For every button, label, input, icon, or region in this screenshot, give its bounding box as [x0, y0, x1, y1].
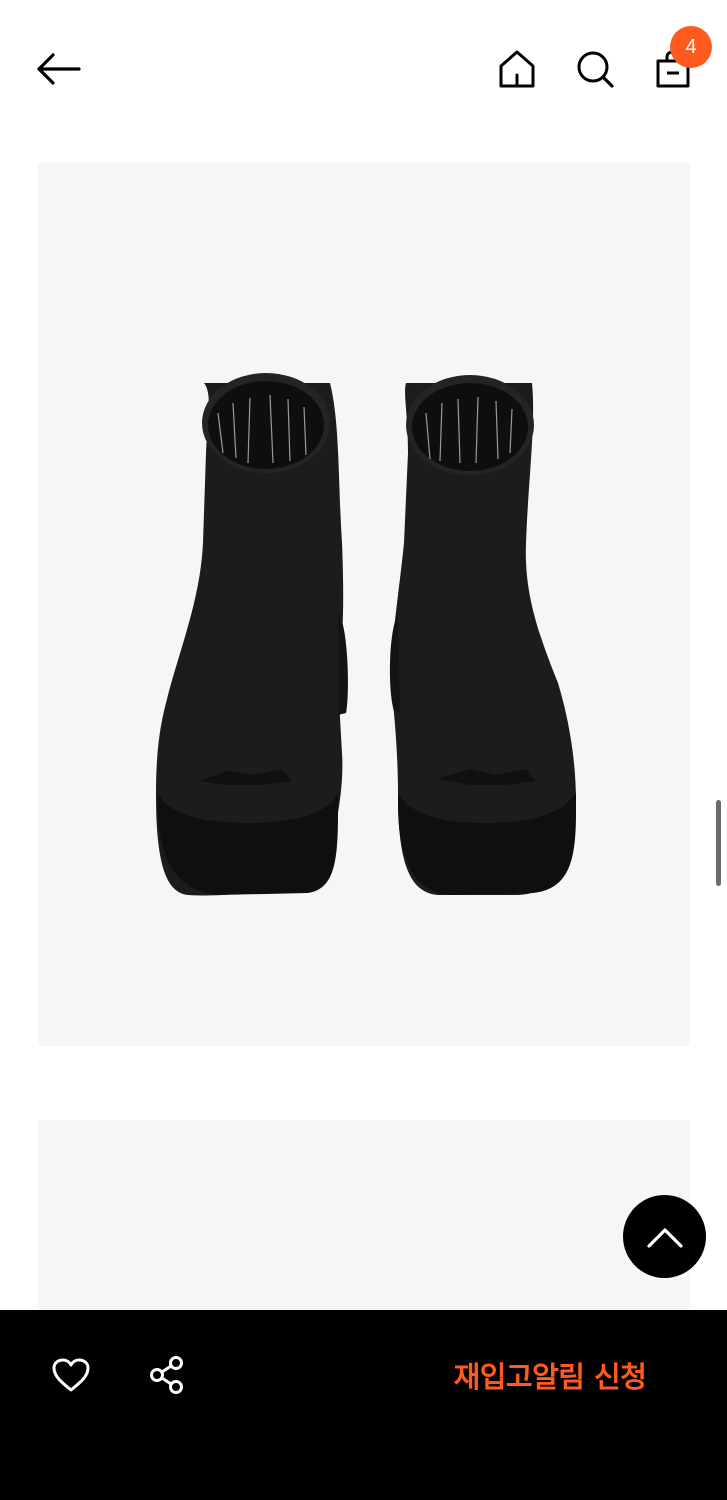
product-photo-boots [156, 373, 576, 896]
scrollbar-thumb[interactable] [716, 800, 721, 886]
product-image[interactable] [38, 163, 690, 1046]
cart-count-badge: 4 [670, 26, 712, 68]
home-button[interactable] [494, 44, 540, 94]
bottom-action-bar: 재입고알림 신청 [0, 1310, 727, 1500]
like-button[interactable] [46, 1350, 96, 1400]
top-nav-bar: 4 [0, 0, 727, 140]
scroll-to-top-button[interactable] [623, 1195, 706, 1278]
back-button[interactable] [30, 44, 86, 94]
back-arrow-icon [37, 53, 81, 85]
search-button[interactable] [572, 44, 618, 94]
share-button[interactable] [142, 1350, 192, 1400]
home-icon [499, 50, 535, 88]
product-detail-page: 4 재입고알림 신청 [0, 0, 727, 1500]
heart-icon [52, 1358, 90, 1392]
restock-alert-button[interactable]: 재입고알림 신청 [430, 1350, 670, 1400]
search-icon [577, 51, 614, 88]
share-icon [150, 1356, 183, 1394]
product-image-secondary[interactable] [38, 1120, 690, 1340]
chevron-up-icon [646, 1227, 683, 1248]
